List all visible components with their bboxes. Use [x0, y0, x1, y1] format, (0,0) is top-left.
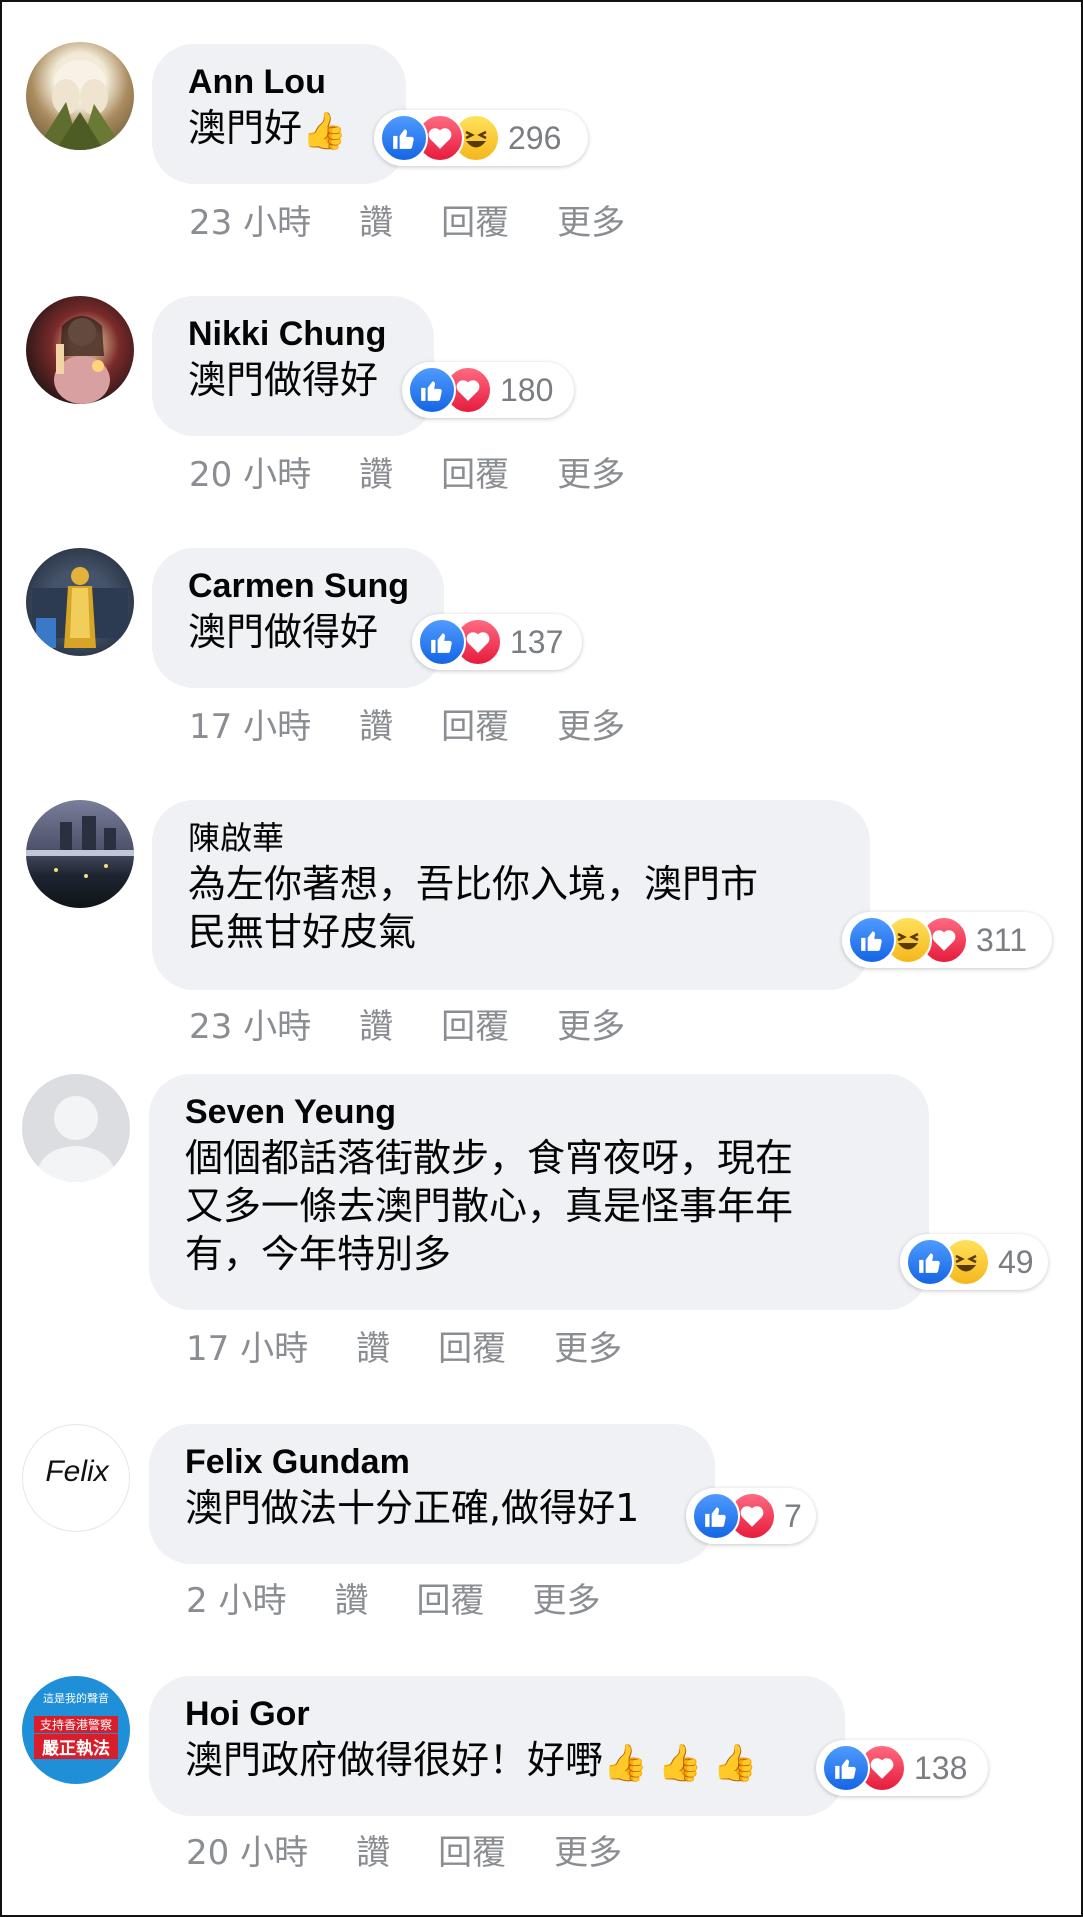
comment-timestamp[interactable]: 17 小時: [186, 1321, 308, 1370]
comment-author[interactable]: Seven Yeung: [185, 1090, 893, 1134]
reaction-count: 311: [976, 921, 1028, 958]
thumbs-up-emoji-icon: 👍: [657, 1743, 703, 1784]
reaction-summary[interactable]: 138: [816, 1740, 988, 1796]
comment-author[interactable]: Ann Lou: [188, 60, 370, 104]
thumbs-up-emoji-icon: 👍: [712, 1743, 758, 1784]
comment-bubble: Seven Yeung 個個都話落街散步，食宵夜呀，現在 又多一條去澳門散心，真…: [149, 1074, 929, 1310]
comment-timestamp[interactable]: 17 小時: [189, 699, 311, 748]
like-reaction-icon: [692, 1492, 740, 1540]
comment-bubble: Hoi Gor 澳門政府做得很好！好嘢👍 👍 👍: [149, 1676, 845, 1816]
like-reaction-icon: [822, 1744, 870, 1792]
comment-text: 為左你著想，吾比你入境，澳門市 民無甘好皮氣: [188, 862, 759, 954]
comment-actions: 20 小時 讚 回覆 更多: [186, 1825, 622, 1874]
like-button[interactable]: 讚: [334, 1573, 368, 1622]
comment-bubble: Ann Lou 澳門好👍: [152, 44, 406, 184]
like-button[interactable]: 讚: [356, 1321, 390, 1370]
comment-bubble: Nikki Chung 澳門做得好: [152, 296, 434, 436]
comment-timestamp[interactable]: 2 小時: [186, 1573, 286, 1622]
reply-button[interactable]: 回覆: [438, 1825, 506, 1874]
reaction-count: 138: [914, 1749, 968, 1786]
comment-text: 澳門政府做得很好！好嘢: [185, 1738, 604, 1782]
more-button[interactable]: 更多: [554, 1321, 622, 1370]
statue-photo-icon: [32, 567, 128, 648]
reaction-summary[interactable]: 311: [842, 912, 1052, 968]
thumbs-up-emoji-icon: 👍: [603, 1743, 648, 1784]
like-button[interactable]: 讚: [359, 999, 393, 1048]
felix-logo: Felix: [45, 1455, 109, 1488]
comment-author[interactable]: 陳啟華: [188, 816, 834, 860]
comment-author[interactable]: Carmen Sung: [188, 564, 409, 608]
reaction-summary[interactable]: 137: [412, 614, 582, 670]
comment-author[interactable]: Felix Gundam: [185, 1440, 679, 1484]
comment-actions: 23 小時 讚 回覆 更多: [189, 999, 625, 1048]
comment-timestamp[interactable]: 20 小時: [186, 1825, 308, 1874]
comment-timestamp[interactable]: 23 小時: [189, 999, 311, 1048]
comment-actions: 17 小時 讚 回覆 更多: [189, 699, 625, 748]
comment-feed: Ann Lou 澳門好👍 296 23 小時 讚 回覆 更多 Nikki Chu…: [0, 0, 1083, 1917]
reaction-count: 7: [784, 1497, 802, 1534]
like-reaction-icon: [848, 916, 896, 964]
reaction-count: 180: [500, 371, 554, 408]
more-button[interactable]: 更多: [557, 447, 625, 496]
avatar[interactable]: [26, 42, 134, 150]
more-button[interactable]: 更多: [557, 195, 625, 244]
reply-button[interactable]: 回覆: [441, 999, 509, 1048]
comment-author[interactable]: Hoi Gor: [185, 1692, 809, 1736]
like-reaction-icon: [906, 1238, 954, 1286]
reaction-summary[interactable]: 7: [686, 1488, 816, 1544]
city-night-icon: [26, 816, 134, 878]
reply-button[interactable]: 回覆: [441, 699, 509, 748]
comment-actions: 2 小時 讚 回覆 更多: [186, 1573, 600, 1622]
more-button[interactable]: 更多: [532, 1573, 600, 1622]
avatar[interactable]: [26, 296, 134, 404]
more-button[interactable]: 更多: [554, 1825, 622, 1874]
avatar-caption-top: 這是我的聲音: [43, 1692, 109, 1705]
avatar[interactable]: [26, 800, 134, 908]
comment-text: 澳門好: [188, 106, 303, 150]
reaction-count: 49: [998, 1243, 1034, 1280]
thumbs-up-emoji-icon: 👍: [302, 111, 347, 152]
avatar-caption-mid: 支持香港警察: [34, 1716, 118, 1733]
default-avatar-icon: [36, 1096, 116, 1182]
like-reaction-icon: [408, 366, 456, 414]
avatar-caption-bottom: 嚴正執法: [34, 1734, 118, 1759]
like-reaction-icon: [380, 114, 428, 162]
like-button[interactable]: 讚: [356, 1825, 390, 1874]
reply-button[interactable]: 回覆: [441, 447, 509, 496]
like-button[interactable]: 讚: [359, 699, 393, 748]
comment-timestamp[interactable]: 20 小時: [189, 447, 311, 496]
reaction-count: 137: [510, 623, 564, 660]
comment-actions: 23 小時 讚 回覆 更多: [189, 195, 625, 244]
avatar[interactable]: Felix: [22, 1424, 130, 1532]
comment-actions: 20 小時 讚 回覆 更多: [189, 447, 625, 496]
comment-text: 澳門做得好: [188, 610, 379, 654]
like-button[interactable]: 讚: [359, 447, 393, 496]
avatar[interactable]: [22, 1074, 130, 1182]
avatar[interactable]: 這是我的聲音 支持香港警察 嚴正執法: [22, 1676, 130, 1784]
more-button[interactable]: 更多: [557, 699, 625, 748]
comment-author[interactable]: Nikki Chung: [188, 312, 398, 356]
person-photo-icon: [54, 316, 110, 404]
comment-text: 澳門做法十分正確,做得好1: [185, 1486, 640, 1530]
comment-bubble: Felix Gundam 澳門做法十分正確,做得好1: [149, 1424, 715, 1564]
comment-timestamp[interactable]: 23 小時: [189, 195, 311, 244]
comment-bubble: Carmen Sung 澳門做得好: [152, 548, 444, 688]
more-button[interactable]: 更多: [557, 999, 625, 1048]
reaction-summary[interactable]: 296: [374, 110, 588, 166]
flower-icon: [36, 60, 124, 150]
avatar[interactable]: [26, 548, 134, 656]
comment-text: 澳門做得好: [188, 358, 379, 402]
reply-button[interactable]: 回覆: [441, 195, 509, 244]
comment-text: 個個都話落街散步，食宵夜呀，現在 又多一條去澳門散心，真是怪事年年 有，今年特別…: [185, 1136, 794, 1276]
comment-bubble: 陳啟華 為左你著想，吾比你入境，澳門市 民無甘好皮氣: [152, 800, 870, 990]
like-button[interactable]: 讚: [359, 195, 393, 244]
reply-button[interactable]: 回覆: [438, 1321, 506, 1370]
reaction-summary[interactable]: 180: [402, 362, 574, 418]
reaction-summary[interactable]: 49: [900, 1234, 1048, 1290]
reaction-count: 296: [508, 119, 562, 156]
like-reaction-icon: [418, 618, 466, 666]
reply-button[interactable]: 回覆: [416, 1573, 484, 1622]
comment-actions: 17 小時 讚 回覆 更多: [186, 1321, 622, 1370]
